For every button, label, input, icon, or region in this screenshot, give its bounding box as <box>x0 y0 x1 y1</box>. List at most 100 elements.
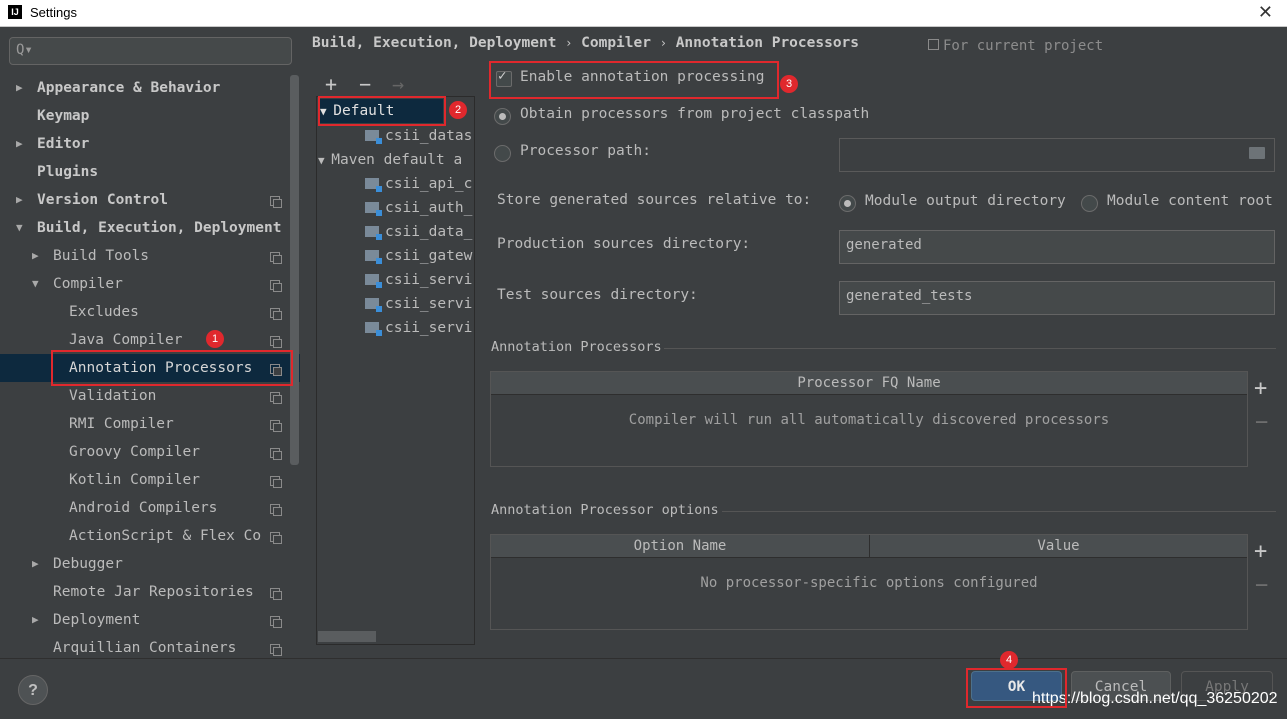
project-scope-icon <box>270 616 282 628</box>
processor-path-label[interactable]: Processor path: <box>520 143 651 159</box>
remove-processor-button[interactable]: − <box>1255 410 1268 435</box>
profile-tree-scrollbar[interactable] <box>318 631 376 642</box>
sidebar-item-kotlin-compiler[interactable]: Kotlin Compiler <box>69 466 200 494</box>
module-folder-icon <box>365 130 382 144</box>
expand-arrow-icon[interactable]: ▶ <box>16 130 23 158</box>
add-processor-button[interactable]: + <box>1254 376 1267 401</box>
sidebar-item-debugger[interactable]: ▶ Debugger <box>32 550 123 578</box>
project-scope-icon <box>270 476 282 488</box>
project-scope-icon <box>270 420 282 432</box>
project-scope-icon <box>270 336 282 348</box>
add-profile-button[interactable]: + <box>325 72 337 96</box>
window-titlebar: IJ Settings ✕ <box>0 0 1287 27</box>
test-sources-field[interactable]: generated_tests <box>839 281 1275 315</box>
profile-module[interactable]: csii_datas <box>365 124 475 148</box>
sidebar-item-build-tools[interactable]: ▶ Build Tools <box>32 242 149 270</box>
store-sources-label: Store generated sources relative to: <box>497 192 812 208</box>
expand-arrow-icon[interactable]: ▶ <box>32 242 39 270</box>
module-folder-icon <box>365 250 382 264</box>
breadcrumb-item: Build, Execution, Deployment <box>312 35 557 51</box>
sidebar-item-rmi-compiler[interactable]: RMI Compiler <box>69 410 174 438</box>
project-scope-icon <box>270 196 282 208</box>
sidebar-item-plugins[interactable]: Plugins <box>37 158 98 186</box>
module-content-root-label[interactable]: Module content root <box>1107 193 1285 209</box>
value-column-header[interactable]: Value <box>870 535 1247 558</box>
processor-path-radio[interactable] <box>494 145 511 162</box>
collapse-arrow-icon[interactable]: ▼ <box>32 270 39 298</box>
breadcrumb-item: Compiler <box>581 35 651 51</box>
breadcrumb: Build, Execution, Deployment › Compiler … <box>312 35 859 51</box>
collapse-arrow-icon[interactable]: ▼ <box>16 214 23 242</box>
annotation-box-3 <box>489 61 779 99</box>
project-scope-icon <box>270 392 282 404</box>
remove-option-button[interactable]: − <box>1255 573 1268 598</box>
annotation-badge-2: 2 <box>449 101 467 119</box>
expand-arrow-icon[interactable]: ▶ <box>16 74 23 102</box>
expand-arrow-icon[interactable]: ▶ <box>16 186 23 214</box>
module-output-directory-radio[interactable] <box>839 195 856 212</box>
profile-module[interactable]: csii_servi <box>365 268 475 292</box>
settings-search-input[interactable]: Q▾ <box>9 37 292 65</box>
module-output-directory-label[interactable]: Module output directory <box>865 193 1066 209</box>
remove-profile-button[interactable]: − <box>359 72 371 96</box>
production-sources-field[interactable]: generated <box>839 230 1275 264</box>
profile-module[interactable]: csii_servi <box>365 316 475 340</box>
sidebar-item-compiler[interactable]: ▼ Compiler <box>32 270 123 298</box>
help-button[interactable]: ? <box>18 675 48 705</box>
sidebar-item-android-compilers[interactable]: Android Compilers <box>69 494 217 522</box>
sidebar-item-actionscript-flex[interactable]: ActionScript & Flex Co <box>69 522 267 550</box>
processor-options-table[interactable]: Option Name Value No processor-specific … <box>490 534 1248 630</box>
annotation-processors-section-title: Annotation Processors <box>491 339 662 355</box>
processor-path-field[interactable] <box>839 138 1275 172</box>
section-separator <box>722 511 1276 512</box>
option-name-column-header[interactable]: Option Name <box>491 535 870 558</box>
options-empty-text: No processor-specific options configured <box>700 575 1038 591</box>
move-module-button[interactable]: → <box>392 72 404 96</box>
sidebar-item-appearance[interactable]: ▶ Appearance & Behavior <box>16 74 220 102</box>
profile-module[interactable]: csii_auth_ <box>365 196 475 220</box>
sidebar-item-groovy-compiler[interactable]: Groovy Compiler <box>69 438 200 466</box>
obtain-from-classpath-label[interactable]: Obtain processors from project classpath <box>520 106 869 122</box>
profile-maven-default[interactable]: ▼ Maven default a <box>318 148 475 172</box>
sidebar-item-deployment[interactable]: ▶ Deployment <box>32 606 140 634</box>
sidebar-scrollbar[interactable] <box>290 75 299 465</box>
test-sources-label: Test sources directory: <box>497 287 698 303</box>
annotation-badge-3: 3 <box>780 75 798 93</box>
app-icon: IJ <box>8 5 22 19</box>
obtain-from-classpath-radio[interactable] <box>494 108 511 125</box>
processors-table[interactable]: Processor FQ Name Compiler will run all … <box>490 371 1248 467</box>
sidebar-item-validation[interactable]: Validation <box>69 382 156 410</box>
module-folder-icon <box>365 274 382 288</box>
expand-arrow-icon[interactable]: ▶ <box>32 606 39 634</box>
module-folder-icon <box>365 298 382 312</box>
processor-options-section-title: Annotation Processor options <box>491 502 719 518</box>
profile-module[interactable]: csii_servi <box>365 292 475 316</box>
close-icon[interactable]: ✕ <box>1258 2 1273 23</box>
add-option-button[interactable]: + <box>1254 539 1267 564</box>
sidebar-item-keymap[interactable]: Keymap <box>37 102 89 130</box>
processor-fq-name-column-header[interactable]: Processor FQ Name <box>491 372 1247 395</box>
folder-browse-icon[interactable] <box>1249 147 1265 159</box>
breadcrumb-separator: › <box>659 36 667 50</box>
sidebar-item-excludes[interactable]: Excludes <box>69 298 139 326</box>
expand-arrow-icon[interactable]: ▶ <box>32 550 39 578</box>
annotation-badge-1: 1 <box>206 330 224 348</box>
module-folder-icon <box>365 226 382 240</box>
profile-module[interactable]: csii_api_c <box>365 172 475 196</box>
sidebar-item-version-control[interactable]: ▶ Version Control <box>16 186 168 214</box>
project-scope-icon <box>928 39 939 50</box>
section-separator <box>664 348 1276 349</box>
module-content-root-radio[interactable] <box>1081 195 1098 212</box>
annotation-badge-4: 4 <box>1000 651 1018 669</box>
project-scope-icon <box>270 448 282 460</box>
sidebar-item-editor[interactable]: ▶ Editor <box>16 130 89 158</box>
collapse-arrow-icon[interactable]: ▼ <box>318 154 331 167</box>
project-scope-icon <box>270 280 282 292</box>
profile-module[interactable]: csii_gatew <box>365 244 475 268</box>
watermark: https://blog.csdn.net/qq_36250202 <box>1032 690 1278 707</box>
project-scope-icon <box>270 504 282 516</box>
sidebar-item-build-execution-deployment[interactable]: ▼ Build, Execution, Deployment <box>16 214 284 242</box>
sidebar-item-remote-jar-repositories[interactable]: Remote Jar Repositories <box>53 578 254 606</box>
profile-module[interactable]: csii_data_ <box>365 220 475 244</box>
processors-empty-text: Compiler will run all automatically disc… <box>628 412 1110 428</box>
